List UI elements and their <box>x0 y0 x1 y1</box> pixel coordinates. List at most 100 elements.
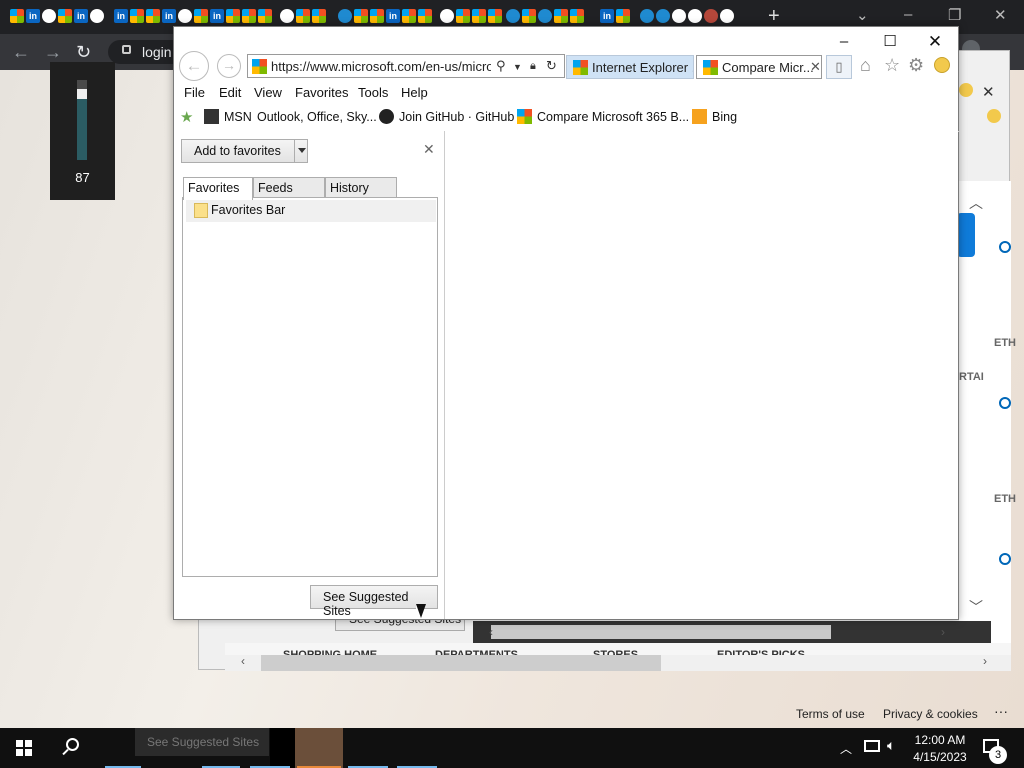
tab-favicon-edge-icon[interactable] <box>538 9 552 23</box>
address-url[interactable]: https://www.microsoft.com/en-us/micro <box>271 59 491 74</box>
new-tab-icon[interactable]: + <box>768 5 780 28</box>
tab-favicon-edge-icon[interactable] <box>506 9 520 23</box>
tab-favicon-microsoft-icon[interactable] <box>522 9 536 23</box>
tab-favicon-github-icon[interactable] <box>90 9 104 23</box>
tab-favicon-microsoft-icon[interactable] <box>296 9 310 23</box>
tab-feeds[interactable]: Feeds <box>253 177 325 198</box>
scroll-down-icon[interactable]: ﹀ <box>969 597 983 617</box>
home-icon[interactable]: ⌂ <box>860 55 871 76</box>
tab-favicon-github-icon[interactable] <box>720 9 734 23</box>
tab-favicon-github-icon[interactable] <box>280 9 294 23</box>
tab-favicon-github-icon[interactable] <box>440 9 454 23</box>
minimize-icon[interactable]: – <box>904 6 912 23</box>
clock-date[interactable]: 4/15/2023 <box>908 750 972 764</box>
favorites-star-icon[interactable]: ☆ <box>884 55 900 76</box>
privacy-link[interactable]: Privacy & cookies <box>883 707 978 721</box>
tab-favicon-microsoft-icon[interactable] <box>402 9 416 23</box>
smile-feedback-icon[interactable] <box>959 83 973 97</box>
new-tab-button[interactable]: ▯ <box>826 55 852 79</box>
add-to-favorites-button[interactable]: Add to favorites <box>181 139 308 163</box>
tab-favicon-linkedin-icon[interactable]: in <box>26 9 40 23</box>
search-icon[interactable] <box>62 738 79 756</box>
scroll-up-icon[interactable]: ︿ <box>969 193 983 213</box>
tab-favicon-microsoft-icon[interactable] <box>130 9 144 23</box>
horizontal-scrollbar-thumb[interactable] <box>261 655 661 671</box>
windows-start-icon[interactable] <box>16 740 32 756</box>
tab-favicon-microsoft-icon[interactable] <box>312 9 326 23</box>
tab-search-chevron-down-icon[interactable]: ⌄ <box>856 6 869 24</box>
favbar-link-outlook[interactable]: Outlook, Office, Sky... <box>257 110 377 124</box>
volume-slider-thumb[interactable] <box>77 89 87 100</box>
tab-favicon-active-icon[interactable] <box>704 9 718 23</box>
clock-time[interactable]: 12:00 AM <box>912 733 968 747</box>
taskbar-app[interactable] <box>270 728 295 768</box>
tab-favicon-microsoft-icon[interactable] <box>554 9 568 23</box>
lock-icon[interactable]: 🔒︎ <box>530 60 536 73</box>
close-icon[interactable]: ✕ <box>982 83 995 101</box>
refresh-icon[interactable]: ↻ <box>546 58 557 74</box>
tab-favicon-github-icon[interactable] <box>178 9 192 23</box>
favbar-link-bing[interactable]: Bing <box>712 110 737 124</box>
favbar-link-github[interactable]: Join GitHub · GitHub <box>399 110 514 124</box>
tab-favicon-linkedin-icon[interactable]: in <box>162 9 176 23</box>
favbar-link-compare[interactable]: Compare Microsoft 365 B... <box>537 110 689 124</box>
tab-favicon-microsoft-icon[interactable] <box>146 9 160 23</box>
tab-history[interactable]: History <box>325 177 397 198</box>
close-icon[interactable]: ✕ <box>915 31 955 53</box>
tab-favicon-microsoft-icon[interactable] <box>472 9 486 23</box>
reload-icon[interactable]: ↻ <box>76 42 91 63</box>
taskbar-app-active[interactable] <box>295 728 343 768</box>
tray-chevron-up-icon[interactable]: ︿ <box>840 740 852 757</box>
tab-favicon-linkedin-icon[interactable]: in <box>600 9 614 23</box>
horizontal-scrollbar-thumb[interactable] <box>491 625 831 639</box>
list-item-favorites-bar[interactable]: Favorites Bar <box>186 200 436 222</box>
close-icon[interactable]: ✕ <box>994 6 1007 24</box>
menu-view[interactable]: View <box>254 85 282 100</box>
tab-favicon-microsoft-icon[interactable] <box>370 9 384 23</box>
scroll-right-icon[interactable]: › <box>983 654 987 668</box>
tab-favicon-github-icon[interactable] <box>688 9 702 23</box>
tab-favicon-microsoft-icon[interactable] <box>226 9 240 23</box>
scroll-left-icon[interactable]: ‹ <box>489 625 493 639</box>
tab-favicon-linkedin-icon[interactable]: in <box>74 9 88 23</box>
smile-feedback-icon[interactable] <box>987 109 1001 123</box>
tab-favicon-microsoft-icon[interactable] <box>570 9 584 23</box>
tab-compare-microsoft[interactable]: Compare Micr... ✕ <box>696 55 822 79</box>
tab-favorites[interactable]: Favorites <box>183 177 253 200</box>
tab-favicon-microsoft-icon[interactable] <box>58 9 72 23</box>
tab-favicon-microsoft-icon[interactable] <box>354 9 368 23</box>
tab-favicon-edge-icon[interactable] <box>338 9 352 23</box>
tab-favicon-microsoft-icon[interactable] <box>488 9 502 23</box>
gear-icon[interactable]: ⚙ <box>908 55 924 76</box>
scroll-left-icon[interactable]: ‹ <box>241 654 245 668</box>
menu-file[interactable]: File <box>184 85 205 100</box>
add-favorites-dropdown[interactable] <box>294 140 308 162</box>
tab-internet-explorer[interactable]: Internet Explorer ... <box>566 55 694 79</box>
volume-icon[interactable]: 🔈︎ <box>887 737 895 754</box>
tab-favicon-microsoft-icon[interactable] <box>10 9 24 23</box>
close-tab-icon[interactable]: ✕ <box>810 59 821 75</box>
restore-icon[interactable]: ❐ <box>948 6 961 24</box>
menu-favorites[interactable]: Favorites <box>295 85 348 100</box>
menu-help[interactable]: Help <box>401 85 428 100</box>
forward-button[interactable]: → <box>217 54 241 78</box>
back-arrow-icon[interactable]: ← <box>12 42 30 63</box>
terms-link[interactable]: Terms of use <box>796 707 865 721</box>
scroll-right-icon[interactable]: › <box>941 625 945 639</box>
menu-tools[interactable]: Tools <box>358 85 388 100</box>
tab-favicon-microsoft-icon[interactable] <box>456 9 470 23</box>
tab-favicon-edge-icon[interactable] <box>656 9 670 23</box>
tab-favicon-linkedin-icon[interactable]: in <box>210 9 224 23</box>
tab-favicon-linkedin-icon[interactable]: in <box>386 9 400 23</box>
add-to-favorites-bar-icon[interactable]: ★ <box>180 108 195 126</box>
more-icon[interactable]: ··· <box>994 703 1008 719</box>
chrome-address-bar[interactable]: login <box>108 40 178 64</box>
tab-favicon-microsoft-icon[interactable] <box>258 9 272 23</box>
tab-favicon-microsoft-icon[interactable] <box>418 9 432 23</box>
network-icon[interactable] <box>864 740 880 752</box>
tab-favicon-microsoft-icon[interactable] <box>194 9 208 23</box>
maximize-icon[interactable]: ☐ <box>870 31 910 53</box>
back-button[interactable]: ← <box>179 51 209 81</box>
chevron-down-icon[interactable]: ▼ <box>513 62 522 72</box>
tab-favicon-microsoft-icon[interactable] <box>616 9 630 23</box>
